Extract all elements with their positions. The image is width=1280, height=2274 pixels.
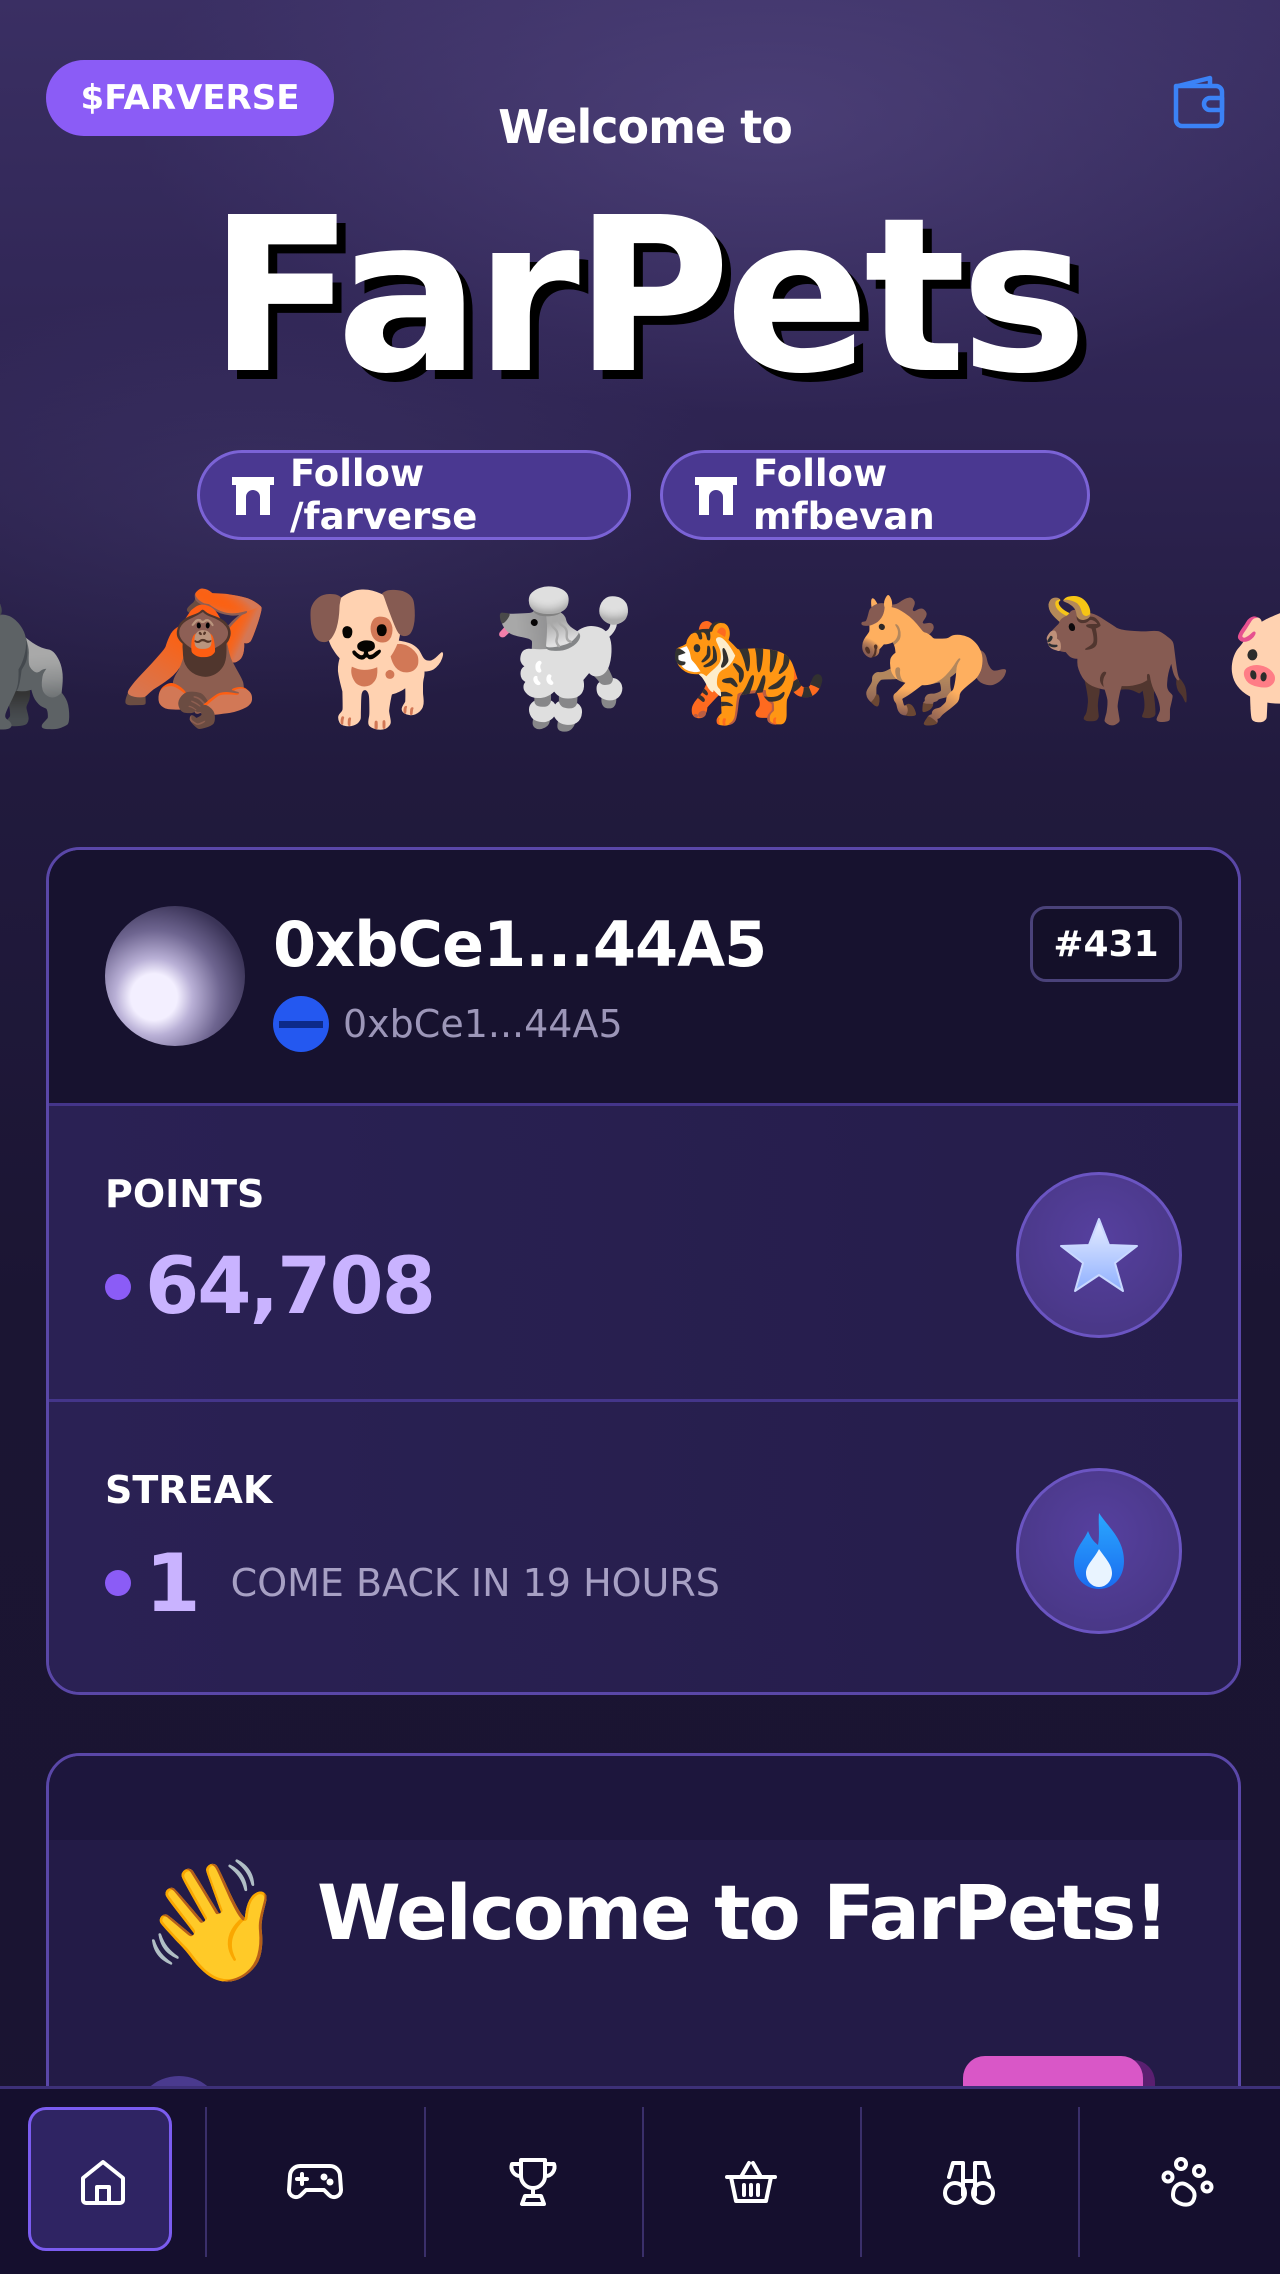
- profile-address-text: 0xbCe1...44A5: [343, 1002, 623, 1046]
- points-bullet: [105, 1274, 131, 1300]
- arch-icon: [232, 477, 274, 515]
- pet-pig: 🐖: [1221, 580, 1280, 740]
- nav-divider: [860, 2107, 862, 2257]
- streak-countdown: COME BACK IN 19 HOURS: [230, 1561, 720, 1605]
- nav-shop[interactable]: [648, 2107, 854, 2257]
- nav-leaderboard[interactable]: [430, 2107, 636, 2257]
- nav-divider: [1078, 2107, 1080, 2257]
- points-icon-button[interactable]: [1016, 1172, 1182, 1338]
- nav-explore[interactable]: [866, 2107, 1072, 2257]
- welcome-card-header: [49, 1756, 1238, 1840]
- profile-address: 0xbCe1...44A5: [273, 994, 623, 1054]
- nav-home[interactable]: [0, 2107, 206, 2257]
- app-page: $FARVERSE Welcome to FarPets Follow /far…: [0, 0, 1280, 2274]
- streak-value-row: 1 COME BACK IN 19 HOURS: [105, 1536, 720, 1630]
- streak-section: STREAK 1 COME BACK IN 19 HOURS: [49, 1402, 1238, 1692]
- follow-farverse-button[interactable]: Follow /farverse: [197, 450, 631, 540]
- trophy-icon: [509, 2158, 557, 2206]
- pets-carousel: 🦍 🦧 🐕 🐩 🐅 🐎 🐂 🐖: [0, 580, 1280, 740]
- profile-display-name: 0xbCe1...44A5: [273, 908, 767, 981]
- gamepad-icon: [286, 2164, 344, 2200]
- streak-icon-button[interactable]: [1016, 1468, 1182, 1634]
- welcome-heading: Welcome to FarPets!: [317, 1868, 1169, 1957]
- nav-divider: [205, 2107, 207, 2257]
- bottom-navigation: [0, 2086, 1280, 2274]
- streak-bullet: [105, 1570, 131, 1596]
- paw-icon: [1161, 2157, 1214, 2207]
- points-section: POINTS 64,708: [49, 1106, 1238, 1402]
- points-label: POINTS: [105, 1172, 265, 1216]
- streak-label: STREAK: [105, 1468, 273, 1512]
- points-value: 64,708: [145, 1242, 436, 1332]
- pet-horse: 🐎: [853, 585, 1013, 734]
- pet-orangutan: 🦧: [115, 585, 275, 734]
- flame-icon: [1074, 1513, 1124, 1589]
- nav-divider: [642, 2107, 644, 2257]
- binoculars-icon: [943, 2161, 995, 2205]
- pet-tiger: 🐅: [669, 585, 829, 734]
- nav-divider: [424, 2107, 426, 2257]
- home-icon: [81, 2160, 125, 2205]
- follow-buttons: Follow /farverse Follow mfbevan: [0, 450, 1280, 542]
- points-value-row: 64,708: [105, 1242, 436, 1332]
- profile-header: 0xbCe1...44A5 0xbCe1...44A5 #431: [49, 850, 1238, 1106]
- follow-mfbevan-button[interactable]: Follow mfbevan: [660, 450, 1090, 540]
- rank-badge: #431: [1030, 906, 1182, 982]
- nav-pets[interactable]: [1084, 2107, 1280, 2257]
- waving-hand-icon: 👋: [139, 1852, 286, 1990]
- basket-icon: [725, 2161, 777, 2203]
- pet-ox: 🐂: [1037, 585, 1197, 734]
- pet-gorilla: 🦍: [0, 585, 85, 734]
- app-title: FarPets: [208, 172, 1087, 421]
- follow-mfbevan-label: Follow mfbevan: [753, 452, 935, 538]
- nav-games[interactable]: [212, 2107, 418, 2257]
- avatar[interactable]: [105, 906, 245, 1046]
- follow-farverse-label: Follow /farverse: [290, 452, 478, 538]
- star-icon: [1060, 1218, 1138, 1292]
- profile-card: 0xbCe1...44A5 0xbCe1...44A5 #431 POINTS …: [46, 847, 1241, 1695]
- welcome-subtitle: Welcome to: [498, 100, 793, 154]
- pet-dog: 🐕: [301, 585, 461, 734]
- base-chain-icon: [273, 996, 329, 1052]
- pet-poodle: 🐩: [485, 585, 645, 734]
- arch-icon: [695, 477, 737, 515]
- streak-value: 1: [145, 1536, 201, 1630]
